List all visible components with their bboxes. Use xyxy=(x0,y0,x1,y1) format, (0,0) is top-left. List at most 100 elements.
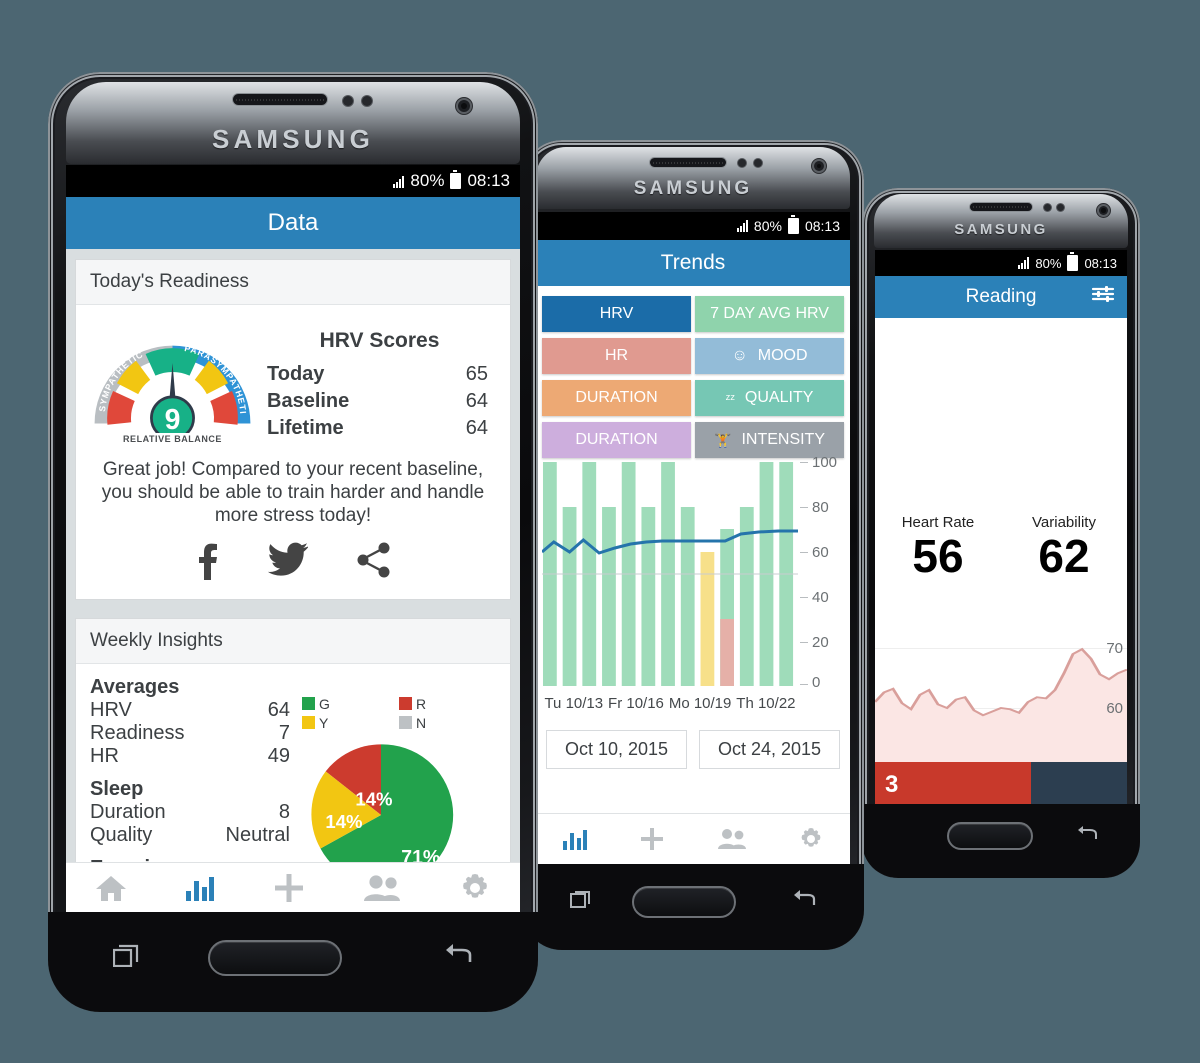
proximity-sensor-icon xyxy=(1044,204,1051,211)
legend-swatch-g xyxy=(302,697,315,711)
button-hrv[interactable]: HRV xyxy=(542,296,691,332)
nav-gear-icon[interactable] xyxy=(798,826,824,857)
nav-plus-icon[interactable] xyxy=(639,826,665,857)
pie-label-g: 71% xyxy=(401,846,440,863)
home-button[interactable] xyxy=(947,822,1033,850)
legend-swatch-r xyxy=(399,697,412,711)
weekly-grid: Averages HRV 64 Readiness 7 HR 49 Sleep … xyxy=(90,674,496,863)
legend-item: G xyxy=(302,696,399,712)
dumbbell-icon: 🏋 xyxy=(714,431,732,448)
home-button[interactable] xyxy=(632,886,736,918)
page-title: Trends xyxy=(660,251,726,274)
stat-label: Readiness xyxy=(90,721,185,744)
back-button[interactable] xyxy=(443,943,473,972)
battery-icon xyxy=(450,170,462,189)
button-quality[interactable]: ᶻᶻ QUALITY xyxy=(695,380,844,416)
reading-footer-bar: 3 xyxy=(875,762,1127,808)
page-title: Reading xyxy=(965,286,1037,307)
button-7day-avg-hrv[interactable]: 7 DAY AVG HRV xyxy=(695,296,844,332)
front-camera-icon xyxy=(458,100,470,112)
phone2-bottom-nav xyxy=(536,813,850,868)
score-label: Baseline xyxy=(267,390,350,412)
button-label: INTENSITY xyxy=(741,431,825,448)
toggle-row: HRV 7 DAY AVG HRV xyxy=(542,296,844,332)
y-axis-tick: 60 xyxy=(1106,700,1123,717)
metric-label: Variability xyxy=(1032,514,1096,531)
legend-item: R xyxy=(399,696,496,712)
tune-sliders-icon[interactable] xyxy=(1091,285,1115,309)
date-to-field[interactable]: Oct 24, 2015 xyxy=(699,730,840,769)
earpiece-speaker-icon xyxy=(970,203,1032,211)
phone2-appbar: Trends xyxy=(536,240,850,286)
battery-icon xyxy=(1067,252,1079,271)
button-label: HR xyxy=(604,347,629,364)
button-intensity[interactable]: 🏋 INTENSITY xyxy=(695,422,844,458)
light-sensor-icon xyxy=(754,159,762,167)
twitter-icon[interactable] xyxy=(268,542,308,585)
x-axis-tick: Mo 10/19 xyxy=(668,695,732,712)
footer-dark-block xyxy=(1031,762,1127,808)
phone3-appbar: Reading xyxy=(875,276,1127,318)
button-label: MOOD xyxy=(757,347,808,364)
signal-icon xyxy=(1018,257,1030,269)
trends-chart: 100 80 60 40 20 0 Tu 10/13 Fr 10/16 Mo 1… xyxy=(542,454,844,712)
back-button[interactable] xyxy=(792,889,816,914)
phone1-statusbar: 80% 08:13 xyxy=(66,165,520,197)
x-axis-tick: Th 10/22 xyxy=(736,695,796,712)
facebook-icon[interactable] xyxy=(194,542,220,585)
phone-reading: SAMSUNG 80% 08:13 Reading Heart Rate 56 … xyxy=(862,188,1140,878)
readiness-gauge: 9 SYMPATHETIC PARASYMPATHETIC RELATIVE B… xyxy=(86,307,255,444)
back-button[interactable] xyxy=(1076,825,1098,848)
legend-item: Y xyxy=(302,715,399,731)
earpiece-speaker-icon xyxy=(650,158,726,167)
battery-icon xyxy=(787,215,799,234)
toggle-row: HR ☺ MOOD xyxy=(542,338,844,374)
samsung-logo: SAMSUNG xyxy=(211,124,374,154)
y-axis-tick: 0 xyxy=(812,674,821,691)
hrv-score-row: Baseline 64 xyxy=(263,388,496,415)
phone1-appbar: Data xyxy=(66,197,520,249)
clock: 08:13 xyxy=(467,171,510,190)
x-axis-tick: Tu 10/13 xyxy=(544,695,604,712)
toggle-row: DURATION ᶻᶻ QUALITY xyxy=(542,380,844,416)
score-label: Lifetime xyxy=(267,417,344,439)
trends-toggle-buttons: HRV 7 DAY AVG HRV HR ☺ MOOD DURATION ᶻᶻ … xyxy=(536,286,850,458)
y-axis-tick: 70 xyxy=(1106,640,1123,657)
clock: 08:13 xyxy=(1084,255,1117,271)
nav-plus-icon[interactable] xyxy=(273,872,305,909)
button-sleep-duration[interactable]: DURATION xyxy=(542,380,691,416)
button-mood[interactable]: ☺ MOOD xyxy=(695,338,844,374)
footer-value: 3 xyxy=(885,771,899,798)
home-button[interactable] xyxy=(208,940,342,976)
nav-gear-icon[interactable] xyxy=(459,872,491,909)
date-from-field[interactable]: Oct 10, 2015 xyxy=(546,730,687,769)
share-row xyxy=(90,542,496,585)
nav-bar-chart-icon[interactable] xyxy=(185,875,215,906)
legend-label: R xyxy=(416,695,427,712)
nav-bar-chart-icon[interactable] xyxy=(562,828,588,855)
metric-value: 56 xyxy=(912,530,964,582)
score-value: 64 xyxy=(465,390,488,412)
card-title: Today's Readiness xyxy=(76,260,510,305)
score-value: 65 xyxy=(465,363,488,385)
stat-row: Duration 8 xyxy=(90,801,290,824)
hrv-score-row: Lifetime 64 xyxy=(263,415,496,442)
heart-rate-area-chart: 70 60 50 xyxy=(875,630,1127,777)
nav-people-icon[interactable] xyxy=(363,874,401,907)
nav-people-icon[interactable] xyxy=(717,828,747,855)
nav-home-icon[interactable] xyxy=(95,874,127,907)
share-icon[interactable] xyxy=(356,542,392,585)
card-title: Weekly Insights xyxy=(76,618,510,664)
recents-button[interactable] xyxy=(112,943,143,972)
metric-heart-rate: Heart Rate 56 xyxy=(875,514,1001,579)
button-hr[interactable]: HR xyxy=(542,338,691,374)
battery-percent: 80% xyxy=(1035,255,1062,271)
score-value: 64 xyxy=(465,417,488,439)
pie-legend: G R Y N xyxy=(296,674,496,738)
button-exercise-duration[interactable]: DURATION xyxy=(542,422,691,458)
phone1-screen: 80% 08:13 Data Today's Readiness 9 SYMPA… xyxy=(66,165,520,917)
page-title: Data xyxy=(267,209,319,236)
recents-button[interactable] xyxy=(570,889,594,914)
y-axis-tick: 100 xyxy=(812,454,838,471)
stat-label: Quality xyxy=(90,823,153,846)
